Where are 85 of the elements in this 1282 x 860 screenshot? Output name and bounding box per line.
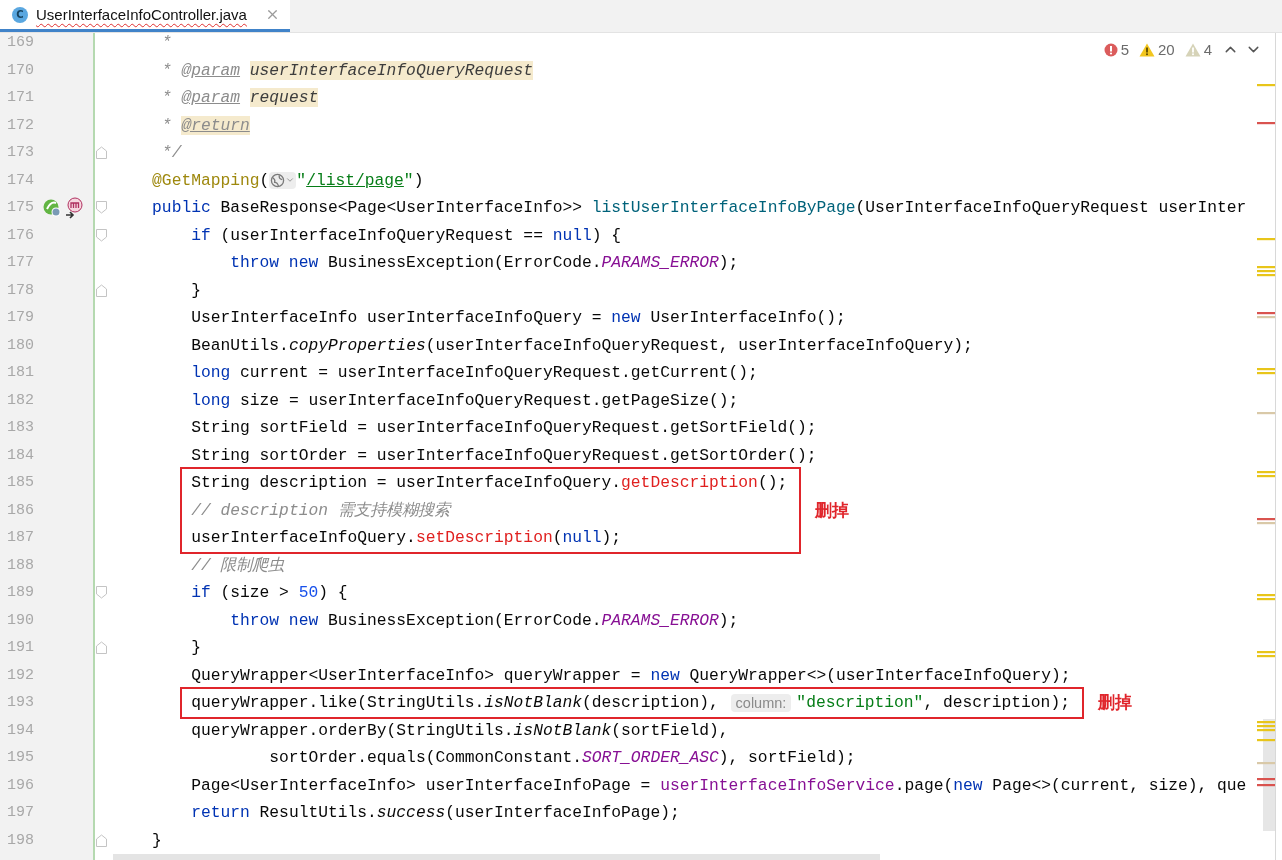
code-line: throw new BusinessException(ErrorCode.PARAMS_ERROR); xyxy=(230,610,739,630)
line-number: 184 xyxy=(6,446,34,464)
code-text: "/list/page") xyxy=(296,170,424,190)
code-line: if (size > 50) { xyxy=(191,583,348,603)
fold-icon[interactable] xyxy=(96,586,107,600)
line-number: 179 xyxy=(6,309,34,327)
code-line: long size = userInterfaceInfoQueryRequest.getPageSize(); xyxy=(191,390,739,410)
code-line: BeanUtils.copyProperties(userInterfaceInfoQueryRequest, userInterfaceInfoQuery); xyxy=(191,335,973,355)
fold-icon[interactable] xyxy=(96,228,107,242)
line-number: 176 xyxy=(6,226,34,244)
line-number: 194 xyxy=(6,721,34,739)
code-line: Page<UserInterfaceInfo> userInterfaceInfoPage = userInterfaceInfoService.page(new Page<>(current, size), que xyxy=(191,775,1247,795)
code-line: // description 需支持模糊搜索 xyxy=(191,500,450,522)
close-icon[interactable] xyxy=(265,7,280,22)
line-number: 183 xyxy=(6,419,34,437)
code-line: queryWrapper.orderBy(StringUtils.isNotBlank(sortField), xyxy=(191,720,729,740)
fold-icon[interactable] xyxy=(96,283,107,297)
tab-title: UserInterfaceInfoController.java xyxy=(36,6,247,23)
fold-icon[interactable] xyxy=(96,641,107,655)
code-line: } xyxy=(191,280,201,300)
line-number: 170 xyxy=(6,61,34,79)
editor-tab[interactable]: C UserInterfaceInfoController.java xyxy=(0,0,290,32)
code-line: throw new BusinessException(ErrorCode.PARAMS_ERROR); xyxy=(230,253,739,273)
parameter-hint: column: xyxy=(730,693,792,712)
code-line: sortOrder.equals(CommonConstant.SORT_ORDER_ASC), sortField); xyxy=(269,748,856,768)
error-icon[interactable] xyxy=(1103,42,1118,57)
code-line: public BaseResponse<Page<UserInterfaceInfo>> listUserInterfaceInfoByPage(UserInterfaceInfoQueryRequest userInter xyxy=(152,198,1247,218)
code-line: } xyxy=(152,830,162,850)
line-number: 186 xyxy=(6,501,34,519)
code-line: * @param request xyxy=(161,88,319,108)
fold-icon[interactable] xyxy=(96,201,107,215)
code-line: userInterfaceInfoQuery.setDescription(null); xyxy=(191,528,622,548)
line-number: 189 xyxy=(6,584,34,602)
error-count: 5 xyxy=(1120,41,1129,58)
code-text: queryWrapper.like(StringUtils.isNotBlank(description), xyxy=(191,693,720,713)
line-number: 192 xyxy=(6,666,34,684)
code-line: * xyxy=(161,33,172,53)
line-number: 182 xyxy=(6,391,34,409)
code-line: */ xyxy=(161,143,182,163)
line-number: 197 xyxy=(6,804,34,822)
line-number: 173 xyxy=(6,144,34,162)
method-icon[interactable] xyxy=(64,196,84,219)
line-number: 172 xyxy=(6,116,34,134)
line-number: 174 xyxy=(6,171,34,189)
line-number: 169 xyxy=(6,34,34,52)
line-number: 180 xyxy=(6,336,34,354)
code-text: "description", description); xyxy=(796,693,1070,713)
weak-warning-count: 4 xyxy=(1203,41,1212,58)
code-line: // 限制爬虫 xyxy=(191,555,285,577)
weak-warning-icon[interactable] xyxy=(1184,42,1201,57)
bean-icon[interactable] xyxy=(42,197,62,218)
code-line: if (userInterfaceInfoQueryRequest == null) { xyxy=(191,225,622,245)
line-number: 191 xyxy=(6,639,34,657)
code-line: return ResultUtils.success(userInterfaceInfoPage); xyxy=(191,803,680,823)
code-line: String sortOrder = userInterfaceInfoQueryRequest.getSortOrder(); xyxy=(191,445,817,465)
line-number: 188 xyxy=(6,556,34,574)
fold-icon[interactable] xyxy=(96,833,107,847)
globe-icon xyxy=(270,172,286,188)
line-number: 171 xyxy=(6,89,34,107)
class-icon: C xyxy=(12,6,28,23)
line-number: 177 xyxy=(6,254,34,272)
annotation-note: 删掉 xyxy=(815,498,850,522)
line-number: 190 xyxy=(6,611,34,629)
line-number: 181 xyxy=(6,364,34,382)
line-number: 196 xyxy=(6,776,34,794)
code-line: UserInterfaceInfo userInterfaceInfoQuery = new UserInterfaceInfo(); xyxy=(191,308,846,328)
scrollbar-thumb[interactable] xyxy=(113,854,880,860)
line-number: 178 xyxy=(6,281,34,299)
warning-count: 20 xyxy=(1157,41,1175,58)
code-line: long current = userInterfaceInfoQueryRequest.getCurrent(); xyxy=(191,363,758,383)
endpoint-hint[interactable] xyxy=(269,171,297,189)
warning-icon[interactable] xyxy=(1138,42,1155,57)
code-line: String description = userInterfaceInfoQuery.getDescription(); xyxy=(191,473,788,493)
code-line: String sortField = userInterfaceInfoQueryRequest.getSortField(); xyxy=(191,418,817,438)
line-number: 185 xyxy=(6,474,34,492)
line-number: 193 xyxy=(6,694,34,712)
code-line: } xyxy=(191,638,201,658)
line-number: 195 xyxy=(6,749,34,767)
line-number: 198 xyxy=(6,831,34,849)
line-number: 175 xyxy=(6,199,34,217)
line-number: 187 xyxy=(6,529,34,547)
code-text: @GetMapping( xyxy=(152,170,270,190)
annotation-note: 删掉 xyxy=(1097,691,1132,715)
fold-icon[interactable] xyxy=(96,146,107,160)
code-line: QueryWrapper<UserInterfaceInfo> queryWrapper = new QueryWrapper<>(userInterfaceInfoQuery); xyxy=(191,665,1071,685)
